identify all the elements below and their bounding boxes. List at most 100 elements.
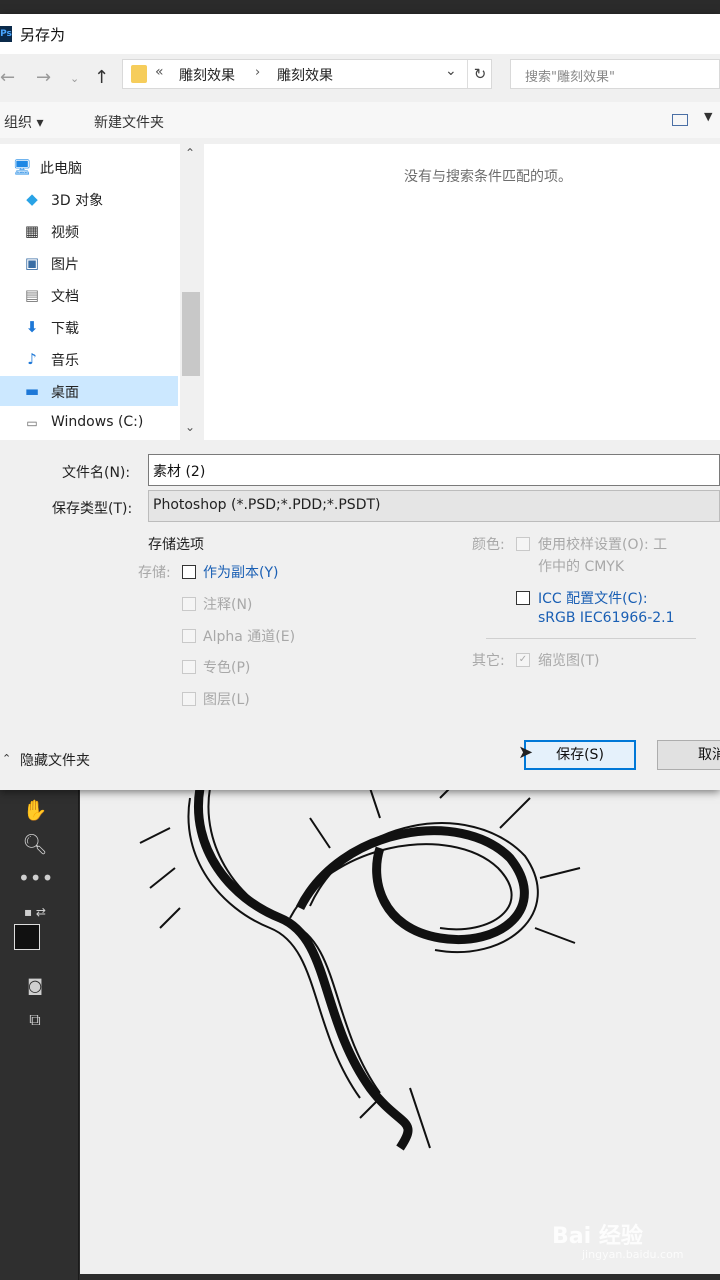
filename-field[interactable]: 素材 (2) [148,454,720,486]
store-label: 存储: [138,565,171,581]
navigation-scrollbar[interactable]: ⌃ ⌄ [180,144,202,440]
color-label: 颜色: [472,537,505,553]
sidebar-item-label: 音乐 [51,353,79,369]
more-tools-icon[interactable]: ••• [18,864,53,892]
film-icon: ▦ [24,222,40,240]
sidebar-item-label: 3D 对象 [51,193,104,209]
up-arrow-icon[interactable]: ↑ [94,67,109,88]
picture-icon: ▣ [24,254,40,272]
spot-colors-checkbox[interactable] [182,660,196,674]
dialog-title: 另存为 [20,26,66,44]
sidebar-item-music[interactable]: ♪ 音乐 [0,344,178,374]
proof-setup-checkbox[interactable] [516,537,530,551]
forward-arrow-icon[interactable]: → [36,67,51,88]
breadcrumb-item[interactable]: 雕刻效果 [179,65,235,85]
icc-profile-value: sRGB IEC61966-2.1 [538,610,675,626]
sidebar-item-3d-objects[interactable]: ◆ 3D 对象 [0,184,178,214]
quick-mask-icon[interactable]: ◙ [18,972,52,1000]
computer-icon: 🖥︎ [12,158,32,176]
sidebar-item-label: 此电脑 [40,161,82,177]
sidebar-item-pictures[interactable]: ▣ 图片 [0,248,178,278]
icc-profile-checkbox[interactable] [516,591,530,605]
alpha-channels-label: Alpha 通道(E) [203,629,296,645]
download-icon: ⬇ [25,318,39,336]
save-as-dialog: Ps 另存为 ← → ⌄ ↑ « 雕刻效果 › 雕刻效果 ⌄ ↻ 搜索"雕刻效果… [0,14,720,790]
as-copy-checkbox[interactable] [182,565,196,579]
organize-menu-button[interactable]: 组织 ▾ [4,112,43,132]
recent-locations-chevron-icon[interactable]: ⌄ [70,72,79,85]
hand-tool-icon[interactable]: ✋ [18,796,52,824]
chevron-up-icon[interactable]: ⌃ [2,752,11,765]
navigation-pane: 🖥︎ 此电脑 ◆ 3D 对象 ▦ 视频 ▣ 图片 ▤ 文档 ⬇ 下载 ♪ 音乐 … [0,144,180,440]
music-icon: ♪ [27,350,37,368]
desktop-icon: ▬ [24,382,40,400]
spot-colors-label: 专色(P) [203,660,251,676]
save-options-title: 存储选项 [148,537,204,553]
breadcrumb-item[interactable]: 雕刻效果 [277,65,333,85]
screen-mode-icon[interactable]: ⧉ [18,1006,52,1034]
chevron-right-icon: › [255,65,261,80]
proof-setup-label: 使用校样设置(O): 工 [538,537,668,553]
save-button[interactable]: 保存(S) [524,740,636,770]
other-label: 其它: [472,653,505,669]
alpha-channels-checkbox[interactable] [182,629,196,643]
sidebar-item-label: 文档 [51,289,79,305]
as-copy-label[interactable]: 作为副本(Y) [203,562,278,582]
scroll-down-icon[interactable]: ⌄ [185,420,195,434]
document-canvas[interactable] [80,787,720,1274]
dragon-artwork [139,787,581,1151]
folder-icon [131,65,147,83]
sidebar-item-videos[interactable]: ▦ 视频 [0,216,178,246]
icc-profile-label[interactable]: ICC 配置文件(C): [538,588,648,608]
layers-label: 图层(L) [203,692,250,708]
new-folder-button[interactable]: 新建文件夹 [94,112,164,132]
search-placeholder: 搜索"雕刻效果" [525,70,615,85]
sidebar-item-documents[interactable]: ▤ 文档 [0,280,178,310]
refresh-icon[interactable]: ↻ [467,60,492,88]
sidebar-item-label: Windows (C:) [51,414,144,430]
sidebar-item-label: 桌面 [51,385,79,401]
foreground-color-swatch[interactable] [14,924,40,950]
sidebar-item-downloads[interactable]: ⬇ 下载 [0,312,178,342]
search-box[interactable]: 搜索"雕刻效果" [510,59,720,89]
cube-icon: ◆ [26,190,38,208]
notes-checkbox[interactable] [182,597,196,611]
filename-label: 文件名(N): [62,465,131,481]
baidu-watermark-url: jingyan.baidu.com [582,1248,684,1261]
back-arrow-icon[interactable]: ← [0,67,15,88]
sidebar-item-label: 下载 [51,321,79,337]
filename-value: 素材 (2) [153,464,206,480]
file-list[interactable]: 没有与搜索条件匹配的项。 [204,144,720,440]
cancel-button[interactable]: 取消 [657,740,720,770]
sidebar-item-windows-c[interactable]: ▭ Windows (C:) [0,408,178,438]
sidebar-item-desktop[interactable]: ▬ 桌面 [0,376,178,406]
notes-label: 注释(N) [203,597,253,613]
document-icon: ▤ [24,286,40,304]
empty-message: 没有与搜索条件匹配的项。 [404,169,572,185]
view-options-icon[interactable] [672,114,688,126]
thumbnail-checkbox[interactable]: ✓ [516,653,530,667]
breadcrumb-overflow[interactable]: « [155,64,164,80]
sidebar-item-label: 图片 [51,257,79,273]
photoshop-app-icon: Ps [0,26,12,42]
proof-setup-label-cont: 作中的 CMYK [538,559,625,575]
zoom-tool-icon[interactable]: 🔍︎ [18,830,52,858]
thumbnail-label: 缩览图(T) [538,653,600,669]
view-dropdown-icon[interactable]: ▼ [704,110,712,123]
hide-folders-button[interactable]: 隐藏文件夹 [20,750,90,770]
divider [486,638,696,639]
chevron-down-icon[interactable]: ⌄ [445,63,457,79]
title-bar: Ps 另存为 [0,14,720,54]
drive-icon: ▭ [26,416,38,430]
layers-checkbox[interactable] [182,692,196,706]
sidebar-item-this-pc[interactable]: 🖥︎ 此电脑 [0,152,178,182]
filetype-value: Photoshop (*.PSD;*.PDD;*.PSDT) [153,497,381,513]
scrollbar-thumb[interactable] [182,292,200,376]
mouse-cursor-icon: ➤ [518,742,534,763]
scroll-up-icon[interactable]: ⌃ [185,146,195,160]
filetype-label: 保存类型(T): [52,501,133,517]
command-bar: 组织 ▾ 新建文件夹 ▼ [0,102,720,138]
address-bar[interactable]: « 雕刻效果 › 雕刻效果 ⌄ ↻ [122,59,492,89]
swap-colors-icon[interactable]: ▪ ⇄ [18,898,52,926]
filetype-select[interactable]: Photoshop (*.PSD;*.PDD;*.PSDT) [148,490,720,522]
